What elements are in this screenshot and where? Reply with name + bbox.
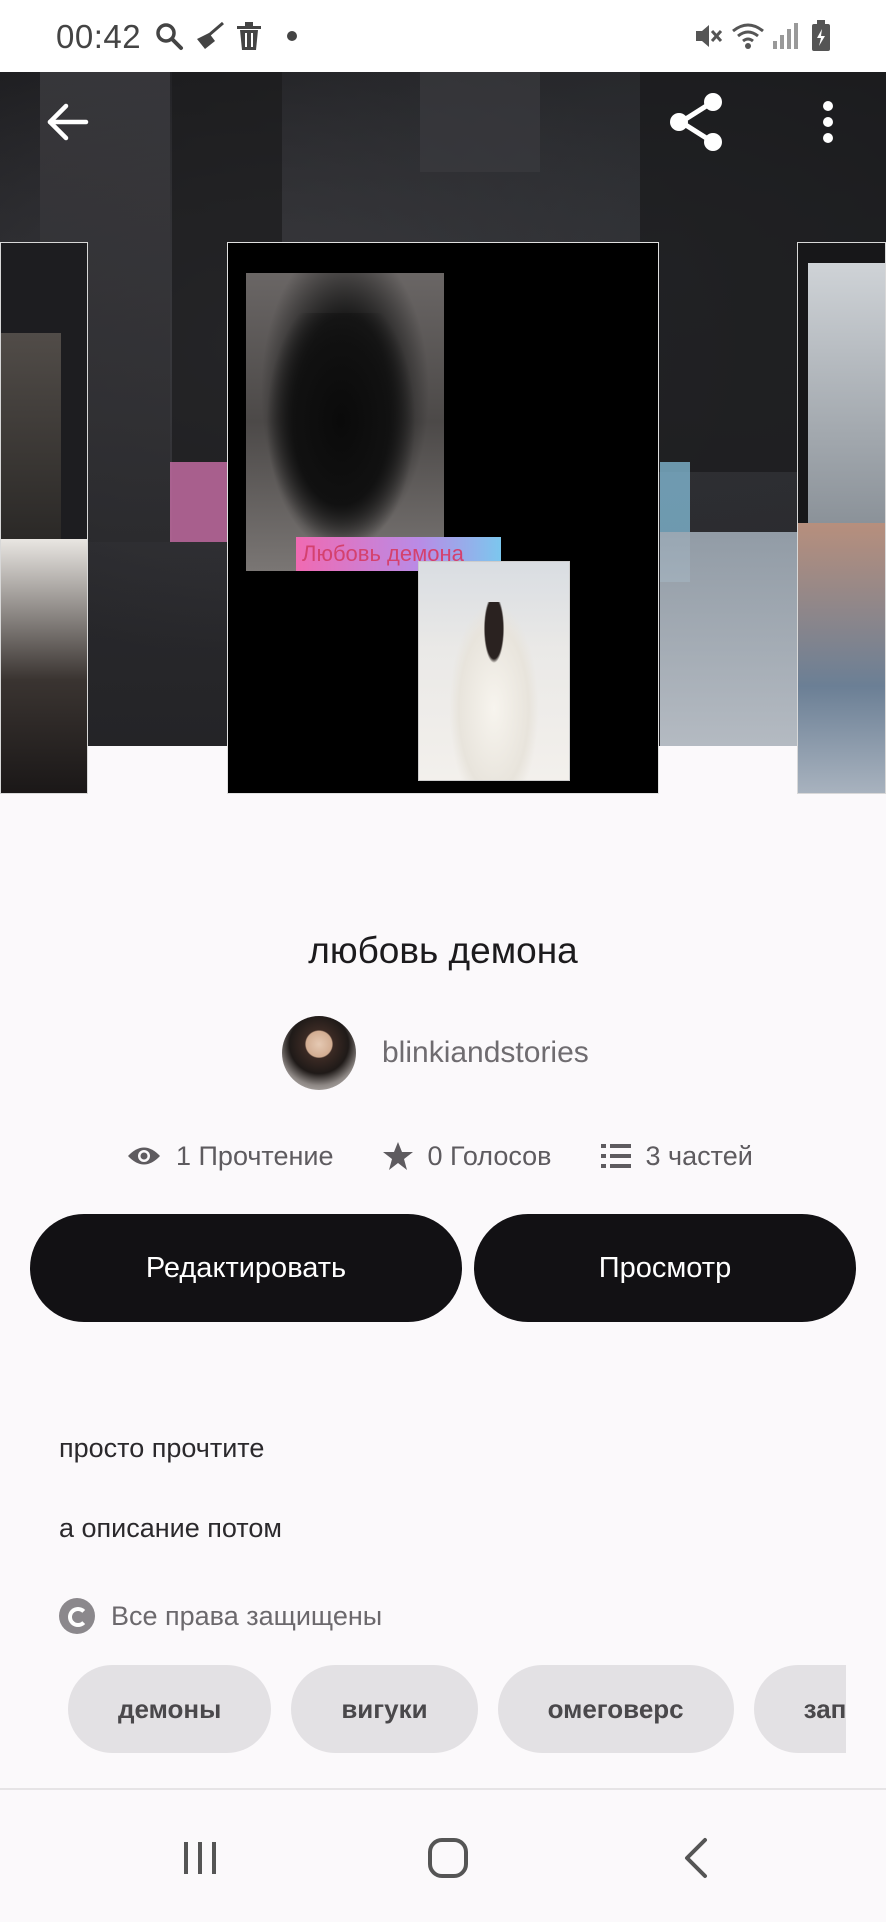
parts-count[interactable]: 3 частей — [646, 1141, 753, 1172]
author-link[interactable]: blinkiandstories — [282, 1016, 589, 1090]
dot-icon — [284, 18, 300, 54]
status-bar: 00:42 — [0, 0, 886, 72]
reads-stat: 1 Прочтение — [126, 1141, 334, 1172]
story-stats: 1 Прочтение 0 Голосов 3 частей — [126, 1136, 753, 1176]
author-avatar[interactable] — [282, 1016, 356, 1090]
tag-chip[interactable]: демоны — [68, 1665, 272, 1753]
battery-icon — [808, 18, 834, 54]
back-chevron-icon — [685, 1838, 707, 1878]
story-cover[interactable]: Любовь демона — [227, 242, 659, 794]
tag-chip[interactable]: омеговерс — [497, 1665, 734, 1753]
copyright-text: Все права защищены — [111, 1600, 383, 1631]
recent-apps-icon — [184, 1842, 216, 1874]
next-cover[interactable] — [797, 242, 886, 794]
broom-icon — [192, 18, 226, 54]
eye-icon — [128, 1147, 160, 1165]
more-options-button[interactable] — [806, 90, 850, 154]
share-icon — [670, 93, 722, 151]
system-navigation-bar — [0, 1788, 886, 1922]
home-icon — [428, 1838, 468, 1878]
previous-cover[interactable] — [0, 242, 88, 794]
cover-photo-winged — [246, 273, 444, 571]
recent-apps-button[interactable] — [160, 1830, 240, 1886]
description-line-1: просто прочтите — [59, 1433, 265, 1463]
description-line-2: а описание потом — [59, 1513, 282, 1543]
copyright-notice: Все права защищены — [59, 1598, 382, 1634]
view-button[interactable]: Просмотр — [474, 1214, 856, 1322]
cover-carousel[interactable]: Любовь демона — [0, 72, 886, 884]
signal-icon — [770, 18, 800, 54]
story-title: любовь демона — [308, 930, 578, 971]
home-button[interactable] — [408, 1830, 488, 1886]
votes-count: 0 Голосов — [427, 1140, 552, 1171]
tags-scroller[interactable]: демоны вигуки омеговерс запрещено — [68, 1665, 846, 1753]
arrow-left-icon — [47, 103, 89, 141]
author-name[interactable]: blinkiandstories — [382, 1036, 589, 1070]
back-nav-button[interactable] — [656, 1830, 736, 1886]
status-time: 00:42 — [56, 18, 142, 55]
wifi-icon — [730, 18, 766, 54]
trash-icon — [232, 18, 266, 54]
mute-icon — [692, 18, 724, 54]
edit-button[interactable]: Редактировать — [30, 1214, 462, 1322]
tag-chip[interactable]: запрещено — [753, 1665, 846, 1753]
search-icon — [152, 18, 186, 54]
votes-stat: 0 Голосов — [382, 1140, 552, 1172]
list-icon — [600, 1144, 631, 1168]
star-icon — [382, 1142, 413, 1170]
tag-chip[interactable]: вигуки — [291, 1665, 478, 1753]
copyright-icon — [59, 1598, 95, 1634]
reads-count: 1 Прочтение — [176, 1140, 334, 1171]
share-button[interactable] — [664, 90, 728, 154]
parts-stat[interactable]: 3 частей — [600, 1141, 753, 1172]
back-button[interactable] — [40, 94, 96, 150]
more-vertical-icon — [823, 101, 833, 143]
cover-photo-portrait — [418, 561, 570, 781]
